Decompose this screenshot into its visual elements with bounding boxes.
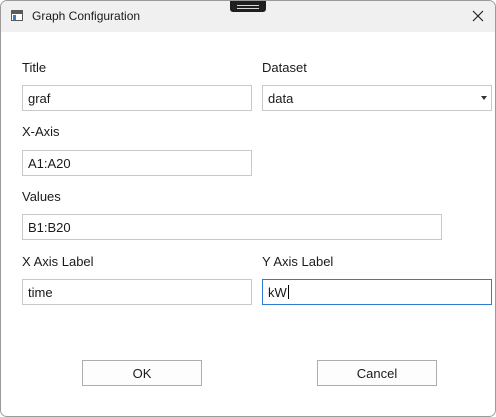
dataset-label: Dataset bbox=[262, 60, 307, 75]
y-axis-label-caption: Y Axis Label bbox=[262, 254, 334, 269]
chevron-down-icon bbox=[481, 96, 487, 100]
y-axis-label-input[interactable]: kW bbox=[262, 279, 492, 305]
drag-grip-icon[interactable] bbox=[230, 1, 266, 12]
x-axis-input[interactable]: A1:A20 bbox=[22, 150, 252, 176]
dataset-selected-value: data bbox=[268, 91, 294, 106]
window-title: Graph Configuration bbox=[32, 9, 141, 23]
window-icon bbox=[11, 10, 23, 21]
values-input[interactable]: B1:B20 bbox=[22, 214, 442, 240]
title-input[interactable]: graf bbox=[22, 85, 252, 111]
x-axis-label-input[interactable]: time bbox=[22, 279, 252, 305]
close-button[interactable] bbox=[463, 3, 493, 29]
values-label: Values bbox=[22, 189, 61, 204]
close-icon bbox=[472, 10, 484, 22]
x-axis-label-caption: X Axis Label bbox=[22, 254, 94, 269]
title-label: Title bbox=[22, 60, 47, 75]
dataset-select[interactable]: data bbox=[262, 85, 492, 111]
cancel-button[interactable]: Cancel bbox=[317, 360, 437, 386]
ok-button[interactable]: OK bbox=[82, 360, 202, 386]
title-bar[interactable]: Graph Configuration bbox=[1, 1, 495, 32]
dialog-window: Graph Configuration Title graf Dataset d… bbox=[0, 0, 496, 417]
x-axis-label: X-Axis bbox=[22, 124, 60, 139]
dialog-content: Title graf Dataset data X-Axis A1:A20 Va… bbox=[1, 32, 495, 416]
